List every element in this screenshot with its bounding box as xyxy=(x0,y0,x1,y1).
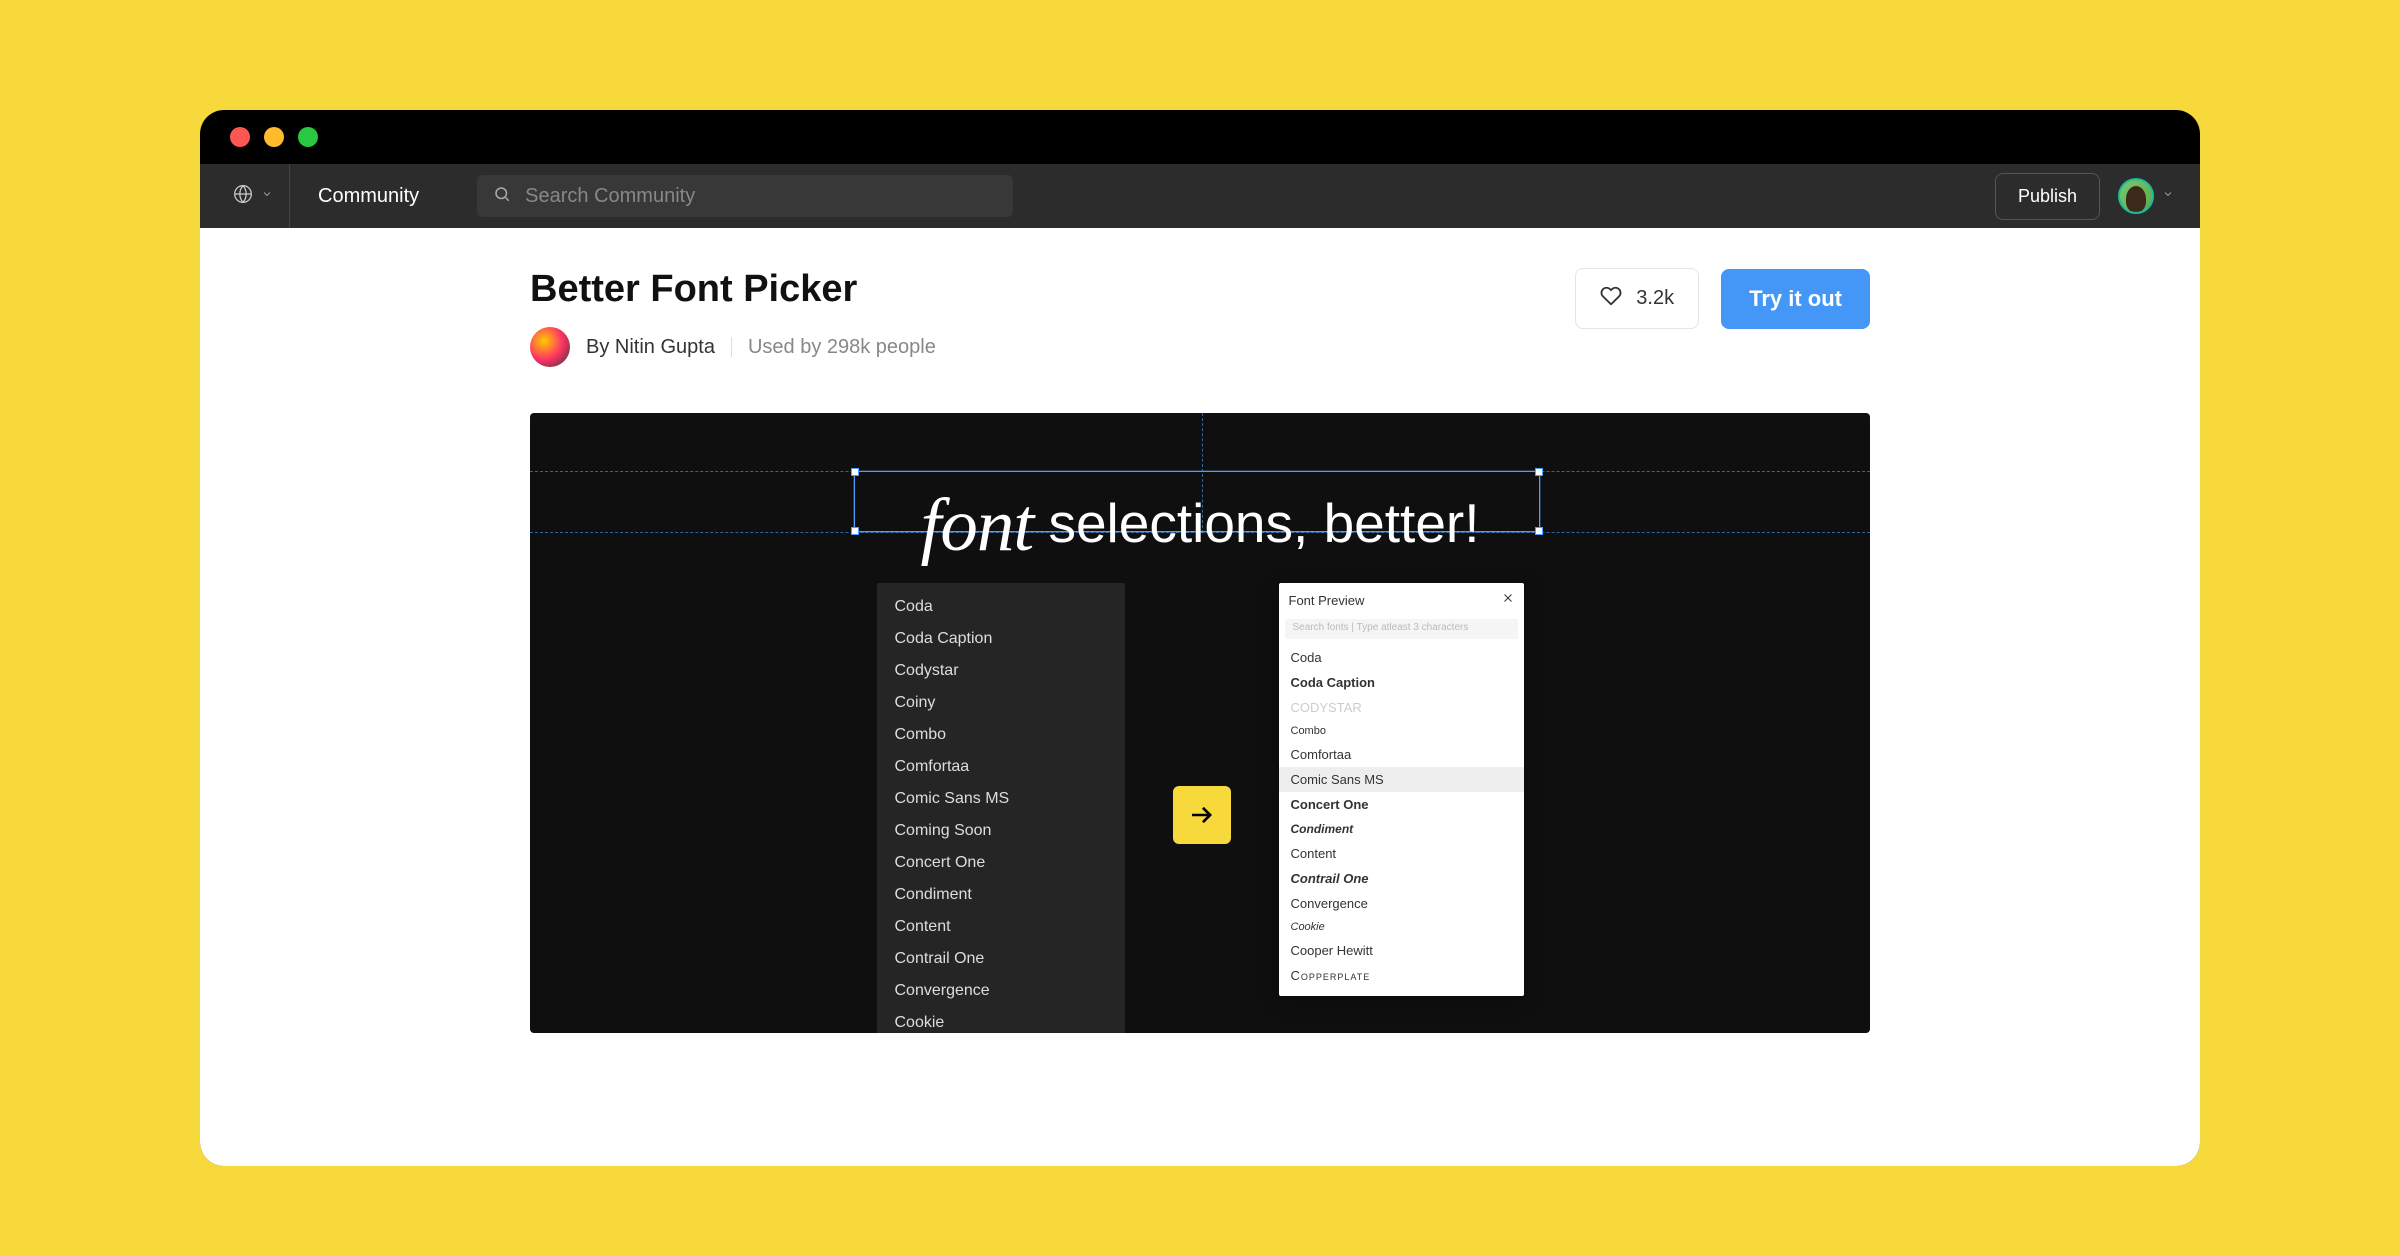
app-window: Community Publish Better Font Picker By … xyxy=(200,110,2200,1166)
globe-icon xyxy=(233,184,253,209)
like-button[interactable]: 3.2k xyxy=(1575,268,1699,329)
font-list-item[interactable]: Condiment xyxy=(877,879,1125,911)
font-list-item[interactable]: Content xyxy=(877,911,1125,943)
chevron-down-icon xyxy=(261,187,273,205)
preview-font-item[interactable]: Convergence xyxy=(1279,891,1524,916)
plugin-title: Better Font Picker xyxy=(530,268,936,311)
font-list-item[interactable]: Coiny xyxy=(877,687,1125,719)
page-content: Better Font Picker By Nitin Gupta Used b… xyxy=(200,228,2200,1166)
chevron-down-icon xyxy=(2162,187,2174,205)
preview-font-item[interactable]: Copperplate xyxy=(1279,963,1524,988)
author-byline[interactable]: By Nitin Gupta xyxy=(586,336,715,359)
try-it-out-button[interactable]: Try it out xyxy=(1721,269,1870,329)
preview-header: Font Preview xyxy=(1279,583,1524,617)
plugin-header: Better Font Picker By Nitin Gupta Used b… xyxy=(530,268,1870,367)
preview-font-item[interactable]: Coda Caption xyxy=(1279,670,1524,695)
font-list-item[interactable]: Combo xyxy=(877,719,1125,751)
preview-font-item[interactable]: Combo xyxy=(1279,720,1524,742)
avatar xyxy=(2118,178,2154,214)
close-icon[interactable] xyxy=(1502,591,1514,609)
workspace-menu[interactable] xyxy=(216,164,290,228)
font-list-item[interactable]: Contrail One xyxy=(877,943,1125,975)
preview-search-input[interactable]: Search fonts | Type atleast 3 characters xyxy=(1285,619,1518,639)
user-menu[interactable] xyxy=(2118,178,2174,214)
preview-font-list: CodaCoda CaptionCODYSTARComboComfortaaCo… xyxy=(1279,645,1524,996)
preview-font-item[interactable]: Comfortaa xyxy=(1279,742,1524,767)
hero-image: font selections, better! CodaCoda Captio… xyxy=(530,413,1870,1033)
divider xyxy=(731,337,732,357)
hero-headline: font selections, better! xyxy=(920,475,1479,561)
like-count: 3.2k xyxy=(1636,287,1674,310)
preview-font-item[interactable]: Cooper Hewitt xyxy=(1279,938,1524,963)
font-list-item[interactable]: Cookie xyxy=(877,1007,1125,1033)
comparison-panels: CodaCoda CaptionCodystarCoinyComboComfor… xyxy=(530,583,1870,1033)
plugin-header-left: Better Font Picker By Nitin Gupta Used b… xyxy=(530,268,936,367)
old-font-list: CodaCoda CaptionCodystarCoinyComboComfor… xyxy=(877,583,1125,1033)
window-close-dot[interactable] xyxy=(230,127,250,147)
preview-font-item[interactable]: Concert One xyxy=(1279,792,1524,817)
plugin-actions: 3.2k Try it out xyxy=(1575,268,1870,329)
search-input[interactable] xyxy=(525,185,997,208)
font-list-item[interactable]: Comfortaa xyxy=(877,751,1125,783)
publish-button[interactable]: Publish xyxy=(1995,173,2100,220)
window-zoom-dot[interactable] xyxy=(298,127,318,147)
preview-font-item[interactable]: CODYSTAR xyxy=(1279,695,1524,720)
search-icon xyxy=(493,185,511,208)
preview-font-item[interactable]: Comic Sans MS xyxy=(1279,767,1524,792)
search-input-wrapper[interactable] xyxy=(477,175,1013,217)
font-list-item[interactable]: Comic Sans MS xyxy=(877,783,1125,815)
window-titlebar xyxy=(200,110,2200,164)
heart-icon xyxy=(1600,285,1622,312)
community-link[interactable]: Community xyxy=(290,185,447,208)
window-minimize-dot[interactable] xyxy=(264,127,284,147)
preview-font-item[interactable]: Cookie xyxy=(1279,916,1524,938)
arrow-right-icon xyxy=(1173,786,1231,844)
preview-font-item[interactable]: Coda xyxy=(1279,645,1524,670)
preview-font-item[interactable]: Content xyxy=(1279,841,1524,866)
font-preview-card: Font Preview Search fonts | Type atleast… xyxy=(1279,583,1524,996)
plugin-meta: By Nitin Gupta Used by 298k people xyxy=(530,327,936,367)
top-nav: Community Publish xyxy=(200,164,2200,228)
font-list-item[interactable]: Coda xyxy=(877,591,1125,623)
preview-title: Font Preview xyxy=(1289,593,1365,608)
font-list-item[interactable]: Convergence xyxy=(877,975,1125,1007)
font-list-item[interactable]: Codystar xyxy=(877,655,1125,687)
preview-font-item[interactable]: Condiment xyxy=(1279,817,1524,841)
preview-font-item[interactable]: Contrail One xyxy=(1279,866,1524,891)
author-avatar[interactable] xyxy=(530,327,570,367)
font-list-item[interactable]: Concert One xyxy=(877,847,1125,879)
used-by-count: Used by 298k people xyxy=(748,336,936,359)
font-list-item[interactable]: Coda Caption xyxy=(877,623,1125,655)
font-list-item[interactable]: Coming Soon xyxy=(877,815,1125,847)
